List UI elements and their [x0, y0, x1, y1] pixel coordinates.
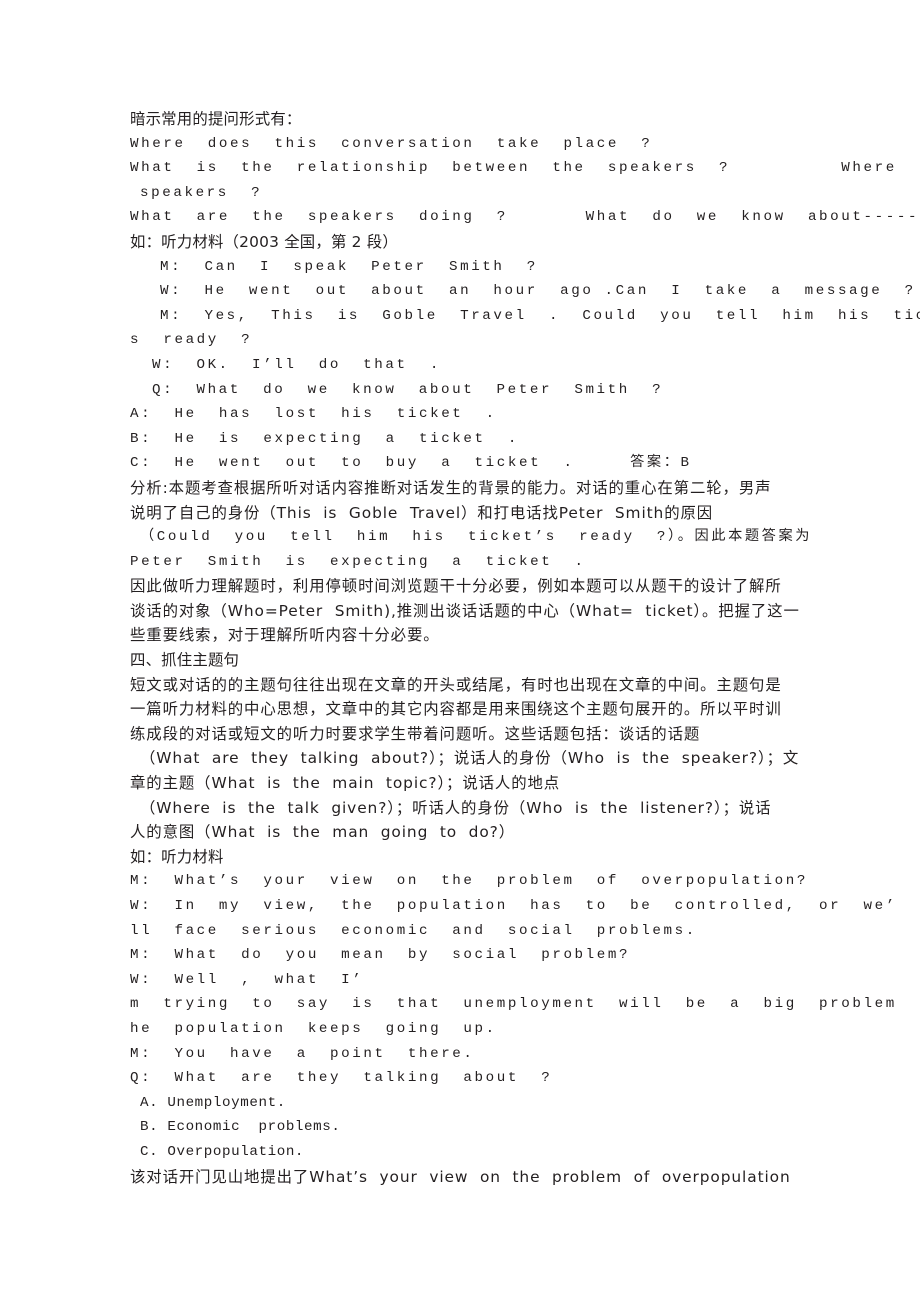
text-line: M: What do you mean by social problem?	[130, 947, 631, 964]
option-line: C. Overpopulation.	[140, 1143, 305, 1160]
text-line: s ready ?	[130, 332, 253, 349]
text-line: What are the speakers doing ? What do we…	[130, 209, 920, 226]
text-line: 谈话的对象（Who=Peter Smith),推测出谈话话题的中心（What= …	[130, 601, 800, 620]
text-line: Peter Smith is expecting a ticket .	[130, 553, 586, 570]
text-line: （What are they talking about?）；说话人的身份（Wh…	[140, 749, 800, 768]
text-line: he population keeps going up.	[130, 1020, 497, 1037]
text-line: 章的主题（What is the main topic?）；说话人的地点	[130, 774, 561, 793]
text-line: What is the relationship between the spe…	[130, 160, 920, 177]
text-line: W: He went out about an hour ago .Can I …	[160, 283, 916, 300]
text-line: m trying to say is that unemployment wil…	[130, 996, 920, 1013]
text-line: 短文或对话的的主题句往往出现在文章的开头或结尾，有时也出现在文章的中间。主题句是	[130, 675, 782, 694]
answer-line: C: He went out to buy a ticket . 答案：B	[130, 455, 692, 472]
text-line: Q: What are they talking about ?	[130, 1070, 553, 1087]
document-page: 暗示常用的提问形式有： Where does this conversation…	[0, 0, 920, 1302]
text-line: A: He has lost his ticket .	[130, 406, 497, 423]
text-line: W: In my view, the population has to be …	[130, 898, 897, 914]
text-line: W: OK. I’ll do that .	[152, 356, 441, 373]
text-line: 分析:本题考查根据所听对话内容推断对话发生的背景的能力。对话的重心在第二轮，男声	[130, 478, 772, 497]
option-line: A. Unemployment.	[140, 1094, 286, 1111]
text-line: 如：听力材料（2003 全国，第 2 段）	[130, 232, 398, 251]
text-line: （Where is the talk given?）；听话人的身份（Who is…	[140, 798, 772, 817]
text-line: ll face serious economic and social prob…	[130, 922, 697, 939]
text-line: 些重要线索，对于理解所听内容十分必要。	[130, 626, 440, 645]
text-line: M: What’s your view on the problem of ov…	[130, 873, 808, 890]
text-line: B: He is expecting a ticket .	[130, 430, 519, 447]
text-line: 暗示常用的提问形式有：	[130, 110, 302, 128]
text-line: M: You have a point there.	[130, 1045, 475, 1062]
text-line: 人的意图（What is the man going to do?）	[130, 823, 516, 842]
text-line: 一篇听力材料的中心思想，文章中的其它内容都是用来围绕这个主题句展开的。所以平时训	[130, 700, 782, 719]
text-line: Q: What do we know about Peter Smith ?	[152, 381, 664, 398]
text-line: M: Yes, This is Goble Travel . Could you…	[160, 307, 920, 324]
text-line: 说明了自己的身份（This is Goble Travel）和打电话找Peter…	[130, 503, 714, 522]
text-line: M: Can I speak Peter Smith ?	[160, 258, 538, 275]
text-line: 如：听力材料	[130, 847, 224, 866]
text-line: 练成段的对话或短文的听力时要求学生带着问题听。这些话题包括：谈话的话题	[130, 724, 701, 743]
text-line: 该对话开门见山地提出了What’s your view on the probl…	[130, 1167, 791, 1186]
text-line: 因此做听力理解题时，利用停顿时间浏览题干十分必要，例如本题可以从题干的设计了解所	[130, 577, 782, 596]
text-line: （Could you tell him his ticket’s ready ?…	[140, 529, 813, 546]
text-line: speakers ?	[140, 184, 263, 201]
text-line: Where does this conversation take place …	[130, 135, 653, 152]
section-heading: 四、抓住主题句	[130, 651, 240, 670]
option-line: B. Economic problems.	[140, 1119, 341, 1136]
document-text-body: 暗示常用的提问形式有： Where does this conversation…	[130, 107, 920, 1189]
text-line: W: Well , what I’	[130, 971, 364, 988]
